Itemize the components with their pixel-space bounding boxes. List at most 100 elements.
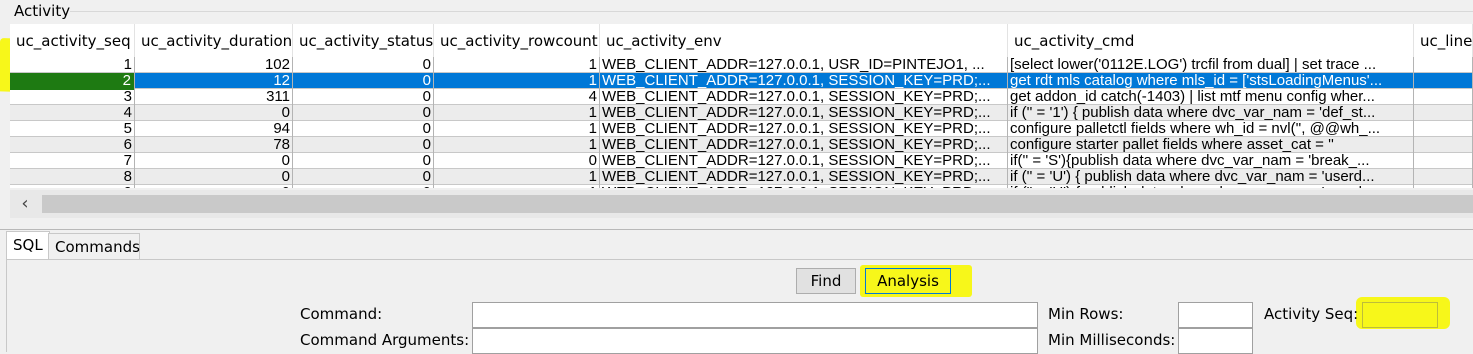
table-row[interactable]: 6 78 0 1 WEB_CLIENT_ADDR=127.0.0.1, SESSION_…	[10, 137, 1473, 153]
horizontal-scrollbar[interactable]: ‹	[10, 190, 1473, 218]
cell-cmd[interactable]: get rdt mls catalog where mls_id = ['sts…	[1008, 73, 1414, 89]
cell-status[interactable]: 0	[293, 185, 434, 188]
cell-cmd[interactable]: [select lower('0112E.LOG') trcfil from d…	[1008, 57, 1414, 73]
column-header-cmd[interactable]: uc_activity_cmd	[1008, 24, 1414, 57]
cell-status[interactable]: 0	[293, 105, 434, 121]
column-header-rowcount[interactable]: uc_activity_rowcount	[434, 24, 600, 57]
command-label: Command:	[300, 305, 383, 323]
table-row[interactable]: 5 94 0 1 WEB_CLIENT_ADDR=127.0.0.1, SESSION_…	[10, 121, 1473, 137]
min-milliseconds-label: Min Milliseconds:	[1048, 331, 1176, 349]
column-header-seq[interactable]: uc_activity_seq	[10, 24, 135, 57]
table-row[interactable]: 21201WEB_CLIENT_ADDR=127.0.0.1, SESSION_…	[10, 73, 1473, 89]
activity-seq-label: Activity Seq:	[1264, 305, 1359, 323]
column-header-status[interactable]: uc_activity_status	[293, 24, 434, 57]
table-row[interactable]: 7 0 0 0 WEB_CLIENT_ADDR=127.0.0.1, SESSION_K…	[10, 153, 1473, 169]
selected-seq-cell-text: 2	[122, 72, 131, 89]
cell-seq[interactable]: 7	[10, 153, 135, 169]
column-header-duration[interactable]: uc_activity_duration	[135, 24, 293, 57]
min-rows-label: Min Rows:	[1048, 305, 1124, 323]
cell-rowcount[interactable]: 1	[434, 169, 600, 185]
cell-rowcount[interactable]: 1	[434, 185, 600, 188]
cell-line[interactable]	[1414, 185, 1473, 188]
find-button[interactable]: Find	[796, 268, 856, 294]
cell-status[interactable]: 0	[293, 153, 434, 169]
table-row[interactable]: 3 311 0 4 WEB_CLIENT_ADDR=127.0.0.1, SESSION…	[10, 89, 1473, 105]
tab-commands[interactable]: Commands	[48, 233, 140, 259]
cell-seq[interactable]: 1	[10, 57, 135, 73]
cell-seq[interactable]: 8	[10, 169, 135, 185]
cell-duration[interactable]: 0	[135, 185, 293, 188]
cell-rowcount[interactable]: 1	[434, 137, 600, 153]
table-row[interactable]: 8 0 0 1 WEB_CLIENT_ADDR=127.0.0.1, SESSION_K…	[10, 169, 1473, 185]
column-header-line[interactable]: uc_line_	[1414, 24, 1473, 57]
min-rows-input[interactable]	[1178, 302, 1253, 328]
cell-status[interactable]: 0	[293, 137, 434, 153]
cell-duration[interactable]: 94	[135, 121, 293, 137]
scrollbar-thumb[interactable]	[42, 195, 1473, 213]
cell-env[interactable]: WEB_CLIENT_ADDR=127.0.0.1, SESSION_KEY=P…	[600, 89, 1008, 105]
cell-env[interactable]: WEB_CLIENT_ADDR=127.0.0.1, SESSION_KEY=P…	[600, 121, 1008, 137]
cell-duration[interactable]: 78	[135, 137, 293, 153]
cell-env[interactable]: WEB_CLIENT_ADDR=127.0.0.1, SESSION_KEY=P…	[600, 105, 1008, 121]
cell-status[interactable]: 0	[293, 169, 434, 185]
cell-env[interactable]: WEB_CLIENT_ADDR=127.0.0.1, SESSION_KEY=P…	[600, 137, 1008, 153]
panel-separator	[0, 229, 1473, 230]
cell-cmd[interactable]: if('' = 'S'){publish data where dvc_var_…	[1008, 153, 1414, 169]
tab-sql[interactable]: SQL	[6, 231, 50, 259]
cell-cmd[interactable]: configure starter pallet fields where as…	[1008, 137, 1414, 153]
table-row[interactable]: 1 102 0 1 WEB_CLIENT_ADDR=127.0.0.1, USR_ID=…	[10, 57, 1473, 73]
command-input[interactable]	[472, 302, 1038, 328]
cell-duration[interactable]: 311	[135, 89, 293, 105]
cell-seq[interactable]: 3	[10, 89, 135, 105]
cell-line[interactable]	[1414, 169, 1473, 185]
cell-rowcount[interactable]: 4	[434, 89, 600, 105]
cell-status[interactable]: 0	[293, 89, 434, 105]
cell-cmd[interactable]: configure palletctl fields where wh_id =…	[1008, 121, 1414, 137]
cell-rowcount[interactable]: 1	[434, 105, 600, 121]
cell-seq[interactable]: 5	[10, 121, 135, 137]
command-arguments-input[interactable]	[472, 328, 1038, 354]
cell-rowcount[interactable]: 0	[434, 153, 600, 169]
cell-seq[interactable]: 6	[10, 137, 135, 153]
grid-header: uc_activity_seq uc_activity_duration uc_…	[10, 24, 1473, 57]
cell-rowcount[interactable]: 1	[434, 57, 600, 73]
cell-env[interactable]: WEB_CLIENT_ADDR=127.0.0.1, USR_ID=PINTEJ…	[600, 57, 1008, 73]
cell-rowcount[interactable]: 1	[434, 121, 600, 137]
cell-duration[interactable]: 102	[135, 57, 293, 73]
table-row[interactable]: 4 0 0 1 WEB_CLIENT_ADDR=127.0.0.1, SESSION_K…	[10, 105, 1473, 121]
cell-line[interactable]	[1414, 137, 1473, 153]
cell-duration[interactable]: 0	[135, 169, 293, 185]
command-arguments-label: Command Arguments:	[300, 331, 470, 349]
cell-seq[interactable]: 9	[10, 185, 135, 188]
cell-seq[interactable]: 4	[10, 105, 135, 121]
cell-status[interactable]: 0	[293, 73, 434, 89]
cell-status[interactable]: 0	[293, 57, 434, 73]
cell-env[interactable]: WEB_CLIENT_ADDR=127.0.0.1, SESSION_KEY=P…	[600, 185, 1008, 188]
cell-duration[interactable]: 12	[135, 73, 293, 89]
min-milliseconds-input[interactable]	[1178, 328, 1253, 354]
cell-line[interactable]	[1414, 153, 1473, 169]
cell-duration[interactable]: 0	[135, 105, 293, 121]
cell-cmd[interactable]: get addon_id catch(-1403) | list mtf men…	[1008, 89, 1414, 105]
activity-seq-input[interactable]	[1362, 302, 1438, 328]
cell-line[interactable]	[1414, 105, 1473, 121]
cell-env[interactable]: WEB_CLIENT_ADDR=127.0.0.1, SESSION_KEY=P…	[600, 153, 1008, 169]
cell-rowcount[interactable]: 1	[434, 73, 600, 89]
cell-status[interactable]: 0	[293, 121, 434, 137]
table-row[interactable]: 9001WEB_CLIENT_ADDR=127.0.0.1, SESSION_K…	[10, 185, 1473, 188]
cell-duration[interactable]: 0	[135, 153, 293, 169]
activity-grid[interactable]: uc_activity_seq uc_activity_duration uc_…	[10, 24, 1473, 188]
cell-line[interactable]	[1414, 57, 1473, 73]
cell-line[interactable]	[1414, 121, 1473, 137]
cell-cmd[interactable]: if ('' = '1') { publish data where dvc_v…	[1008, 105, 1414, 121]
activity-group-title: Activity	[14, 2, 71, 20]
cell-cmd[interactable]: if ('' = 'U') { publish data where dvc_v…	[1008, 169, 1414, 185]
analysis-button[interactable]: Analysis	[865, 268, 951, 294]
cell-env[interactable]: WEB_CLIENT_ADDR=127.0.0.1, SESSION_KEY=P…	[600, 169, 1008, 185]
chevron-left-icon[interactable]: ‹	[14, 194, 36, 214]
cell-line[interactable]	[1414, 89, 1473, 105]
cell-env[interactable]: WEB_CLIENT_ADDR=127.0.0.1, SESSION_KEY=P…	[600, 73, 1008, 89]
cell-cmd[interactable]: if ('' = 'U') { publish data where dvc_v…	[1008, 185, 1414, 188]
column-header-env[interactable]: uc_activity_env	[600, 24, 1008, 57]
cell-line[interactable]	[1414, 73, 1473, 89]
